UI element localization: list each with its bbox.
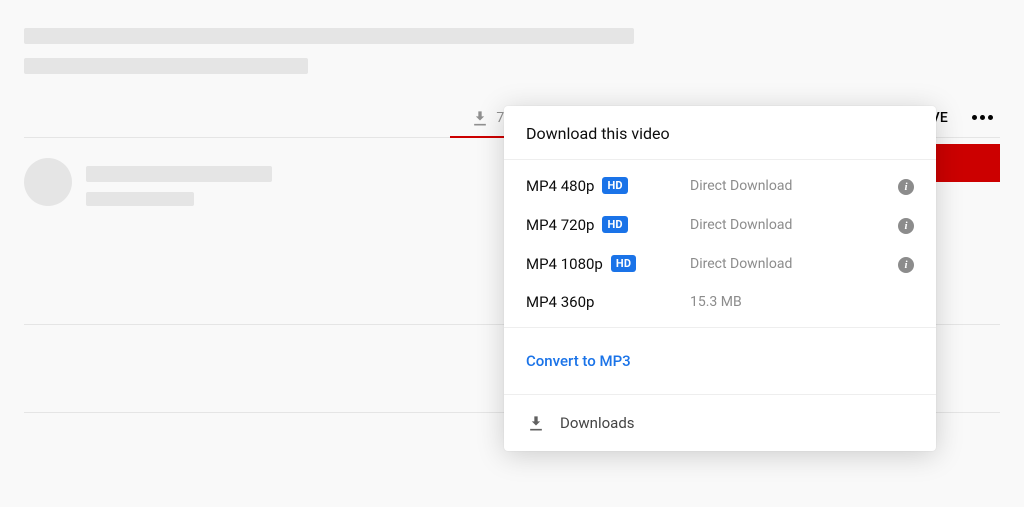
hd-badge: HD xyxy=(602,216,627,233)
download-icon xyxy=(470,108,490,128)
subscribe-button[interactable] xyxy=(930,144,1000,182)
download-options-list: MP4 480p HD Direct Download i MP4 720p HD … xyxy=(504,160,936,328)
hd-badge: HD xyxy=(602,177,627,194)
convert-label: Convert to MP3 xyxy=(526,352,631,370)
dot-icon xyxy=(980,115,985,120)
dot-icon xyxy=(988,115,993,120)
download-option[interactable]: MP4 480p HD Direct Download i xyxy=(504,166,936,205)
info-icon[interactable]: i xyxy=(898,218,914,234)
download-icon xyxy=(526,413,546,433)
download-meta: Direct Download xyxy=(690,217,870,233)
download-meta: Direct Download xyxy=(690,178,870,194)
video-subtitle-placeholder xyxy=(24,58,308,74)
channel-avatar-placeholder xyxy=(24,158,72,206)
more-actions-button[interactable] xyxy=(964,109,1000,126)
downloads-label: Downloads xyxy=(560,414,635,432)
video-title-placeholder xyxy=(24,28,634,44)
download-meta: 15.3 MB xyxy=(690,294,870,310)
format-label: MP4 480p xyxy=(526,177,594,195)
format-label: MP4 720p xyxy=(526,216,594,234)
format-label: MP4 1080p xyxy=(526,255,603,273)
format-label: MP4 360p xyxy=(526,293,594,311)
channel-subs-placeholder xyxy=(86,192,194,206)
info-icon[interactable]: i xyxy=(898,179,914,195)
hd-badge: HD xyxy=(611,255,636,272)
channel-name-placeholder xyxy=(86,166,272,182)
popup-title: Download this video xyxy=(504,106,936,160)
convert-to-mp3-button[interactable]: Convert to MP3 xyxy=(504,328,936,395)
download-meta: Direct Download xyxy=(690,256,870,272)
download-popup: Download this video MP4 480p HD Direct Do… xyxy=(504,106,936,451)
download-option[interactable]: MP4 360p 15.3 MB xyxy=(504,283,936,321)
downloads-folder-button[interactable]: Downloads xyxy=(504,395,936,451)
download-option[interactable]: MP4 720p HD Direct Download i xyxy=(504,205,936,244)
download-option[interactable]: MP4 1080p HD Direct Download i xyxy=(504,244,936,283)
dot-icon xyxy=(972,115,977,120)
info-icon[interactable]: i xyxy=(898,257,914,273)
